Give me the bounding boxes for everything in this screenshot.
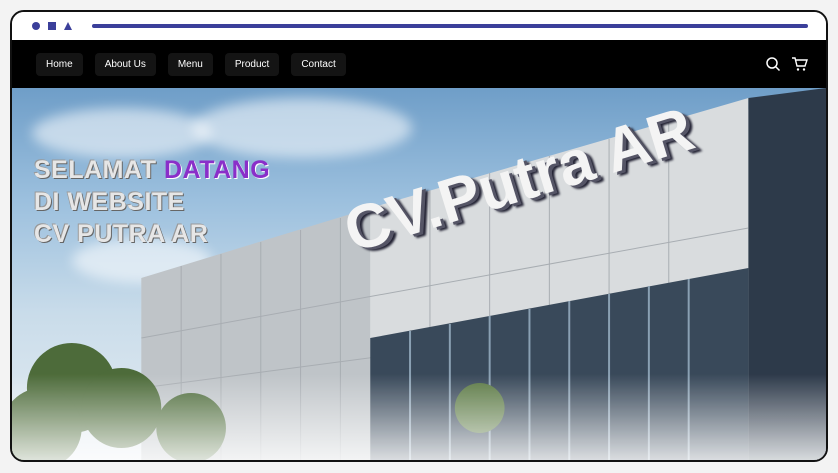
- nav-about-us[interactable]: About Us: [94, 52, 156, 76]
- headline-line-2: DI WEBSITE: [34, 188, 185, 216]
- browser-frame: Home About Us Menu Product Contact CV.Pu…: [10, 10, 828, 462]
- square-icon[interactable]: [48, 22, 56, 30]
- nav-icons: [765, 40, 808, 88]
- hero-banner: CV.Putra AR SELAMAT DATANG DI WEBSITE CV…: [12, 88, 826, 460]
- headline-datang: DATANG: [163, 156, 271, 184]
- headline-line-3: CV PUTRA AR: [34, 220, 209, 248]
- nav-menu[interactable]: Menu: [167, 52, 213, 76]
- navbar: Home About Us Menu Product Contact: [12, 40, 826, 88]
- hero-headline: SELAMAT DATANG DI WEBSITE CV PUTRA AR: [34, 154, 270, 250]
- cart-icon[interactable]: [791, 56, 808, 72]
- nav-product[interactable]: Product: [224, 52, 280, 76]
- search-icon[interactable]: [765, 56, 781, 72]
- window-chrome: [12, 12, 826, 40]
- nav-contact[interactable]: Contact: [291, 52, 346, 76]
- headline-line-1: SELAMAT DATANG: [34, 154, 270, 186]
- window-controls: [32, 22, 72, 30]
- triangle-icon[interactable]: [64, 22, 72, 30]
- circle-icon[interactable]: [32, 22, 40, 30]
- address-bar[interactable]: [92, 24, 808, 28]
- headline-selamat: SELAMAT: [34, 156, 157, 184]
- bottom-fade: [12, 374, 826, 460]
- nav-home[interactable]: Home: [36, 52, 83, 76]
